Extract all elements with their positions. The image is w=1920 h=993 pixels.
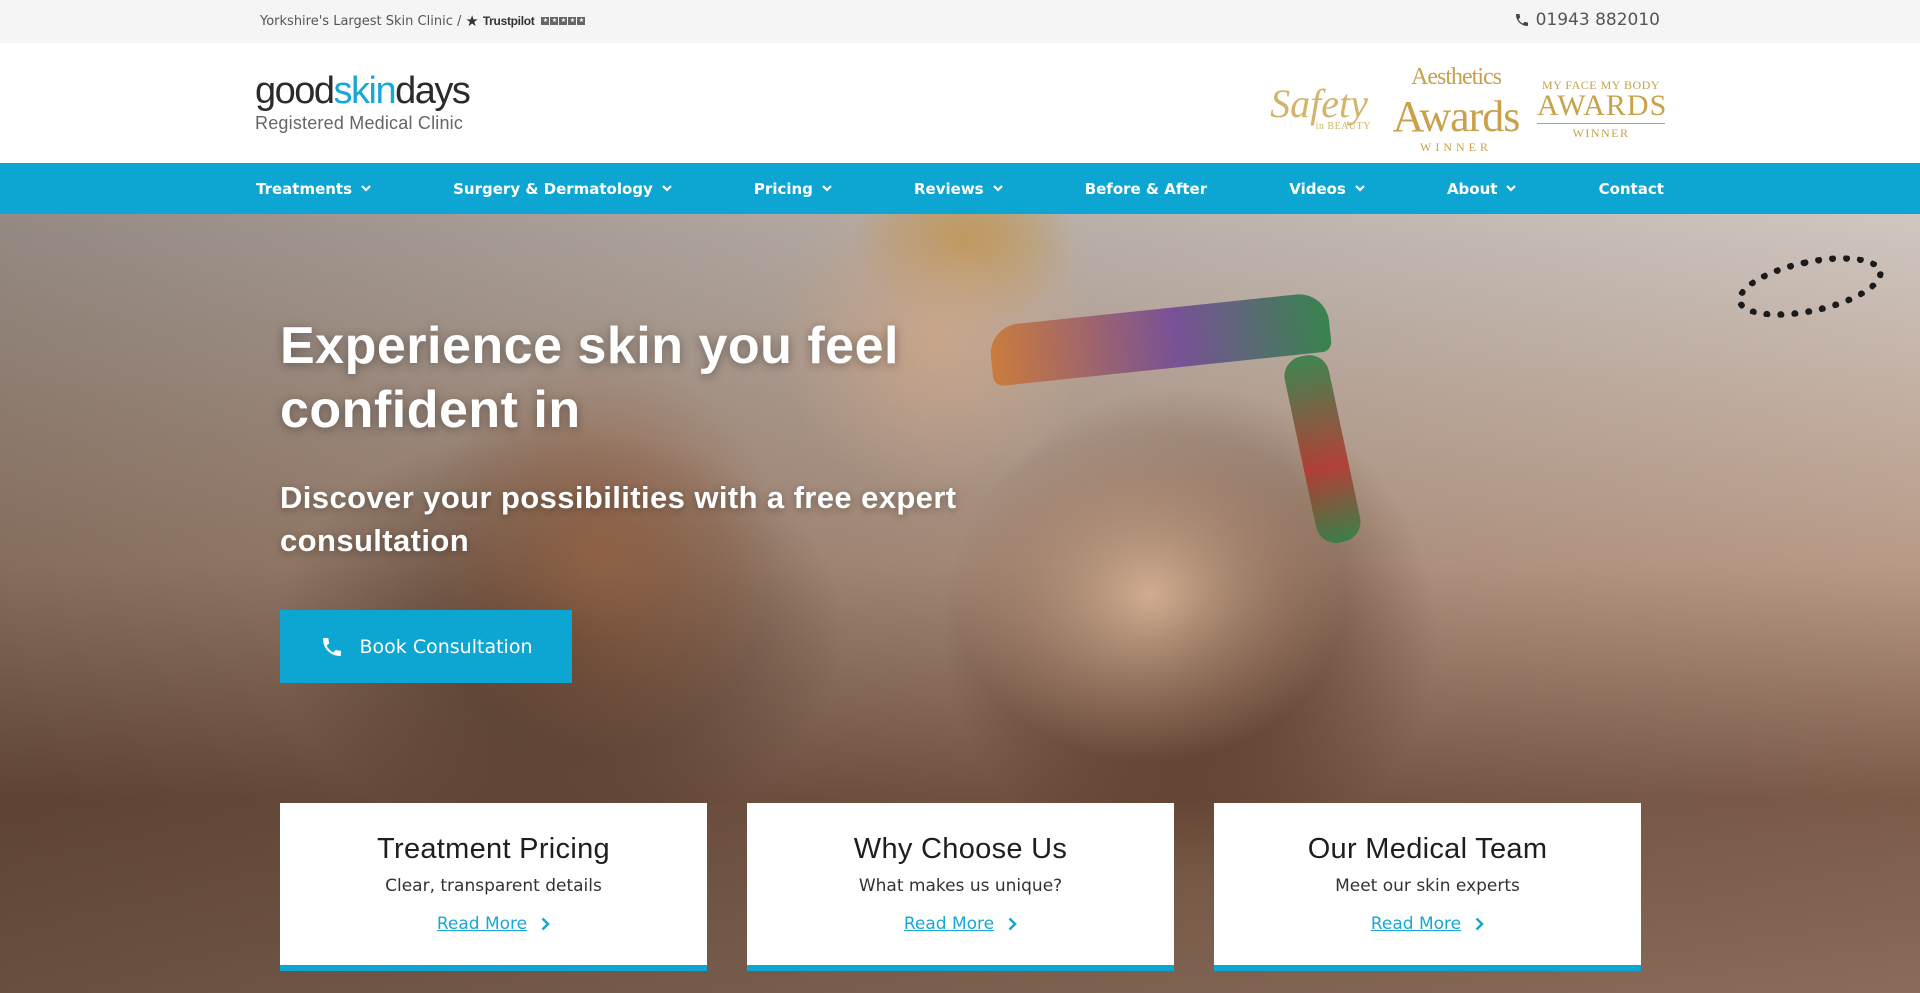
safety-in-beauty-badge: Safety in BEAUTY [1263,76,1375,142]
tagline-text: Yorkshire's Largest Skin Clinic / [260,13,462,29]
logo-word-days: days [395,70,471,112]
nav-item-label: Contact [1598,179,1664,198]
trustpilot-rating-stars: ★ ★ ★ ★ ★ [541,17,586,25]
book-consultation-label: Book Consultation [359,635,533,658]
phone-icon [1515,14,1528,26]
my-face-my-body-badge: MY FACE MY BODY AWARDS WINNER [1537,79,1668,140]
read-more-label: Read More [1370,914,1462,934]
card-subtitle: Clear, transparent details [385,876,602,896]
card-subtitle: Meet our skin experts [1335,876,1520,896]
nav-item-contact[interactable]: Contact [1599,180,1664,198]
hero-subtitle: Discover your possibilities with a free … [280,480,957,558]
top-bar: Yorkshire's Largest Skin Clinic / ★ Trus… [0,0,1920,43]
rating-star-icon: ★ [577,17,586,25]
nav-list: Treatments Surgery & Dermatology Pricing Re… [256,163,1664,214]
phone-number: 01943 882010 [1535,10,1660,30]
logo-subtitle: Registered Medical Clinic [255,113,464,133]
nav-item-reviews[interactable]: Reviews [914,180,1003,198]
card-title: Our Medical Team [1307,833,1548,865]
read-more-link[interactable]: Read More [904,914,1017,934]
nav-item-before-after[interactable]: Before & After [1085,180,1207,198]
phone-link[interactable]: 01943 882010 [1514,10,1660,30]
main-nav: Treatments Surgery & Dermatology Pricing Re… [0,163,1920,214]
read-more-link[interactable]: Read More [1371,914,1484,934]
nav-item-videos[interactable]: Videos [1289,180,1365,198]
chevron-down-icon [662,185,672,192]
aesthetics-badge-title: Awards [1392,92,1521,141]
chevron-right-icon [1008,917,1017,931]
safety-badge-sub: in BEAUTY [1315,121,1371,132]
card-subtitle: What makes us unique? [858,876,1063,896]
rating-star-icon: ★ [550,17,559,25]
card-treatment-pricing: Treatment Pricing Clear, transparent det… [280,803,707,971]
nav-item-pricing[interactable]: Pricing [754,180,832,198]
read-more-link[interactable]: Read More [437,914,550,934]
card-our-medical-team: Our Medical Team Meet our skin experts R… [1214,803,1641,971]
nav-item-label: About [1446,179,1498,198]
chevron-down-icon [361,185,371,192]
nav-item-label: Before & After [1084,179,1208,198]
chevron-down-icon [1355,185,1365,192]
chevron-down-icon [992,185,1003,192]
logo-word-skin: skin [333,70,397,112]
hero-title: Experience skin you feel confident in [280,317,899,439]
card-why-choose-us: Why Choose Us What makes us unique? Read… [747,803,1174,971]
phone-icon [322,637,341,656]
rating-star-icon: ★ [541,17,550,25]
nav-item-label: Videos [1289,179,1346,198]
chevron-down-icon [1506,185,1517,192]
mfmb-badge-title: AWARDS [1537,89,1668,124]
safety-badge-title: Safety [1270,81,1368,126]
book-consultation-button[interactable]: Book Consultation [280,610,572,683]
site-header: goodskindays Registered Medical Clinic S… [0,43,1920,163]
aesthetics-badge-sub: WINNER [1420,140,1492,154]
trustpilot-label[interactable]: Trustpilot [483,14,535,28]
nav-item-surgery-dermatology[interactable]: Surgery & Dermatology [453,180,672,198]
aesthetics-badge-top: Aesthetics [1411,64,1502,90]
nav-item-label: Pricing [753,179,813,198]
chevron-down-icon [822,185,832,192]
chevron-right-icon [1475,917,1484,931]
nav-item-about[interactable]: About [1447,180,1517,198]
trustpilot-star-icon: ★ [465,12,479,30]
chevron-right-icon [541,917,550,931]
card-title: Treatment Pricing [377,833,610,865]
nav-item-label: Surgery & Dermatology [453,179,653,198]
read-more-label: Read More [436,914,528,934]
rating-star-icon: ★ [559,17,568,25]
nav-item-label: Reviews [914,179,984,198]
logo-wordmark: goodskindays [255,70,471,112]
read-more-label: Read More [903,914,995,934]
feature-cards: Treatment Pricing Clear, transparent det… [280,803,1641,971]
nav-item-treatments[interactable]: Treatments [256,180,371,198]
aesthetics-awards-badge: Aesthetics Awards WINNER [1389,65,1523,153]
nav-item-label: Treatments [256,179,353,198]
tagline: Yorkshire's Largest Skin Clinic / ★ Trus… [260,12,586,30]
hero-section: Experience skin you feel confident in Di… [0,214,1920,993]
logo-word-good: good [255,70,335,112]
rating-star-icon: ★ [568,17,577,25]
card-title: Why Choose Us [853,833,1068,865]
mfmb-badge-sub: WINNER [1572,126,1630,140]
awards-row: Safety in BEAUTY Aesthetics Awards WINNE… [1263,65,1668,153]
site-logo[interactable]: goodskindays Registered Medical Clinic [255,70,471,134]
